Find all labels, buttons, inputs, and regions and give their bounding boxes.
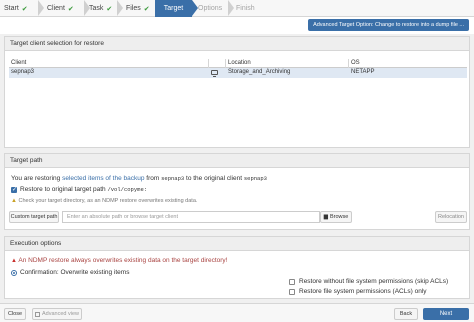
checkmark-icon: ✔	[67, 5, 74, 13]
custom-target-path-button[interactable]: Custom target path	[9, 211, 59, 223]
browse-button[interactable]: ▆ Browse	[320, 211, 352, 223]
restoring-summary: You are restoring selected items of the …	[11, 175, 267, 182]
table-header: Client Location OS	[9, 59, 467, 68]
step-separator	[38, 0, 44, 16]
original-path: /vol/copyme:	[107, 186, 148, 193]
column-divider	[208, 59, 209, 68]
next-button[interactable]: Next	[423, 308, 469, 320]
column-divider	[348, 59, 349, 68]
step-client[interactable]: Client ✔	[47, 0, 85, 17]
execution-options-panel: Execution options ▲ An NDMP restore alwa…	[4, 236, 470, 299]
skip-acls-label: Restore without file system permissions …	[299, 278, 449, 285]
target-path-input[interactable]: Enter an absolute path or browse target …	[62, 211, 320, 223]
location-cell: Storage_and_Archiving	[228, 69, 291, 75]
warning-icon: ▲	[11, 258, 17, 264]
wizard-steps: Start ✔ Client ✔ Task ✔ Files ✔ Target Optio…	[0, 0, 474, 17]
step-start[interactable]: Start ✔	[4, 0, 38, 17]
column-divider	[225, 59, 226, 68]
target-path-warning: ▲ Check your target directory, as an NDM…	[11, 198, 198, 204]
step-files[interactable]: Files ✔	[126, 0, 156, 17]
os-cell: NETAPP	[351, 69, 375, 75]
wizard-footer: Close Advanced view Back Next	[0, 303, 474, 322]
panel-title: Target client selection for restore	[5, 37, 469, 51]
panel-title: Execution options	[5, 237, 469, 251]
advanced-target-bar: Advanced Target Option: Change to restor…	[0, 17, 474, 34]
target-path-panel: Target path You are restoring selected i…	[4, 153, 470, 230]
checkmark-icon: ✔	[106, 5, 113, 13]
restore-original-label: Restore to original target path /vol/cop…	[20, 186, 148, 193]
advanced-target-button[interactable]: Advanced Target Option: Change to restor…	[308, 19, 469, 31]
client-table: Client Location OS sepnap3 Storage_and_A…	[9, 59, 467, 78]
checkbox-icon	[35, 311, 40, 317]
relocation-button[interactable]: Relocation	[435, 211, 467, 223]
column-location[interactable]: Location	[228, 60, 251, 66]
close-button[interactable]: Close	[4, 308, 26, 320]
step-target[interactable]: Target	[155, 0, 192, 17]
warning-icon: ▲	[11, 198, 17, 204]
acls-only-checkbox[interactable]	[289, 289, 295, 295]
column-os[interactable]: OS	[351, 60, 360, 66]
checkmark-icon: ✔	[143, 5, 150, 13]
restore-original-checkbox[interactable]	[11, 186, 17, 193]
step-separator	[228, 0, 234, 16]
execution-warning: ▲ An NDMP restore always overwrites exis…	[11, 257, 228, 264]
client-cell: sepnap3	[11, 69, 35, 75]
monitor-icon	[211, 70, 218, 77]
table-row[interactable]: sepnap3 Storage_and_Archiving NETAPP	[9, 68, 467, 78]
skip-acls-checkbox[interactable]	[289, 279, 295, 285]
client-selection-panel: Target client selection for restore Clie…	[4, 36, 470, 148]
target-client: sepnap3	[243, 175, 267, 182]
panel-title: Target path	[5, 154, 469, 168]
confirm-overwrite-radio[interactable]	[11, 270, 17, 276]
step-options: Options	[198, 5, 223, 12]
column-client[interactable]: Client	[11, 60, 26, 66]
back-button[interactable]: Back	[394, 308, 418, 320]
step-finish: Finish	[236, 5, 255, 12]
confirm-overwrite-label: Confirmation: Overwrite existing items	[20, 269, 130, 276]
acls-only-label: Restore file system permissions (ACLs) o…	[299, 288, 427, 295]
source-client: sepnap3	[161, 175, 185, 182]
step-separator	[117, 0, 123, 16]
checkmark-icon: ✔	[21, 5, 28, 13]
selected-items-link[interactable]: selected items of the backup	[62, 175, 144, 182]
advanced-view-toggle[interactable]: Advanced view	[32, 308, 82, 320]
folder-icon: ▆	[323, 214, 328, 220]
